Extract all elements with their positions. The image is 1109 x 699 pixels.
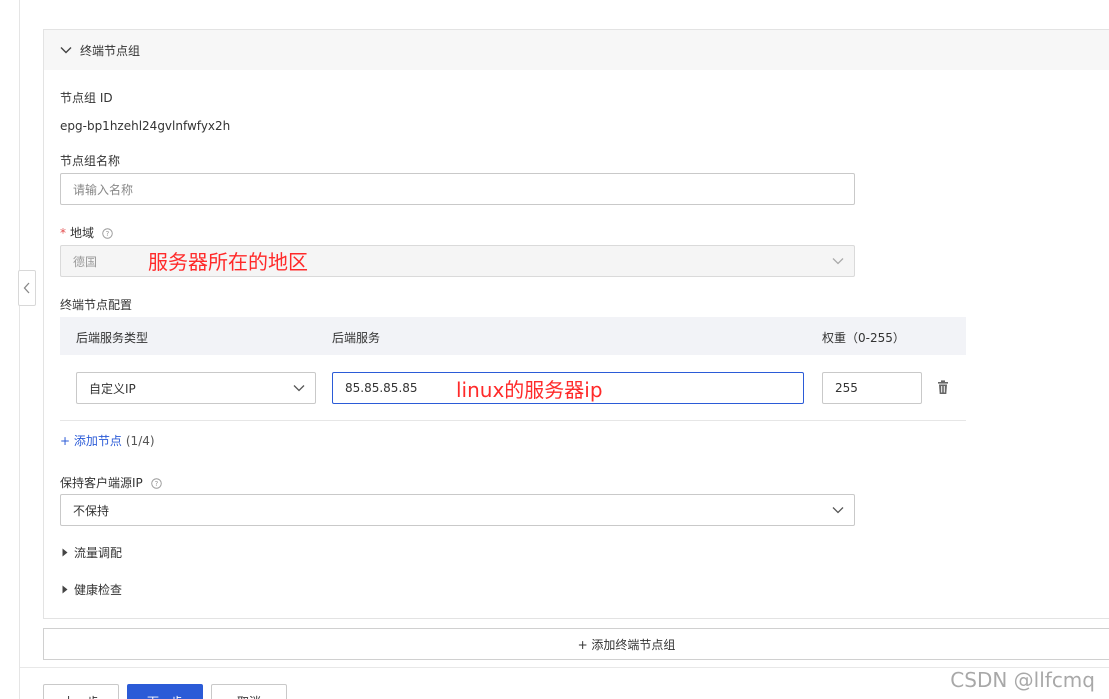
health-section-label: 健康检查 [74, 583, 123, 597]
required-mark: * [60, 226, 66, 240]
help-icon[interactable]: ? [150, 478, 162, 489]
group-name-label: 节点组名称 [60, 154, 121, 168]
top-strip [20, 0, 1109, 18]
trash-icon [938, 380, 948, 394]
svg-text:?: ? [106, 230, 110, 238]
row-divider [60, 420, 966, 421]
prev-step-button[interactable]: 上一步 [43, 684, 119, 699]
group-id-label: 节点组 ID [60, 91, 113, 105]
group-name-input[interactable]: 请输入名称 [60, 173, 855, 205]
chevron-down-icon [832, 257, 844, 265]
chevron-down-icon [293, 384, 305, 392]
collapse-sidebar-button[interactable] [18, 270, 36, 306]
weight-input[interactable]: 255 [822, 372, 922, 404]
region-value: 德国 [73, 254, 98, 269]
add-node-link[interactable]: + 添加节点 (1/4) [60, 432, 155, 449]
chevron-down-icon [60, 46, 72, 54]
client-ip-select[interactable]: 不保持 [60, 494, 855, 526]
traffic-section-label: 流量调配 [74, 546, 123, 560]
delete-node-button[interactable] [936, 380, 950, 395]
footer-divider [20, 667, 1109, 668]
th-backend-service: 后端服务 [332, 331, 381, 345]
ip-annotation: linux的服务器ip [456, 378, 603, 402]
backend-type-select[interactable]: 自定义IP [76, 372, 316, 404]
cancel-button[interactable]: 取消 [211, 684, 287, 699]
chevron-left-icon [23, 282, 30, 294]
endpoint-config-label: 终端节点配置 [60, 298, 133, 312]
th-backend-type: 后端服务类型 [76, 331, 149, 345]
endpoint-table-header: 后端服务类型 后端服务 权重（0-255） [60, 317, 966, 355]
next-step-button[interactable]: 下一步 [127, 684, 203, 699]
group-id-value: epg-bp1hzehl24gvlnfwfyx2h [60, 119, 231, 133]
watermark: CSDN @llfcmq [950, 668, 1095, 692]
chevron-down-icon [832, 506, 844, 514]
traffic-section-toggle[interactable]: 流量调配 [62, 544, 122, 561]
add-node-count: (1/4) [125, 434, 155, 448]
region-label: * 地域 ? [60, 224, 113, 241]
panel-header[interactable]: 终端节点组 [44, 30, 1109, 70]
left-rail [0, 0, 20, 699]
add-endpoint-group-label: + 添加终端节点组 [577, 637, 676, 652]
help-icon[interactable]: ? [102, 228, 113, 239]
health-section-toggle[interactable]: 健康检查 [62, 581, 122, 598]
caret-right-icon [62, 548, 68, 557]
client-ip-value: 不保持 [73, 503, 110, 518]
region-label-text: 地域 [70, 226, 95, 240]
client-ip-label-text: 保持客户端源IP [60, 476, 143, 490]
add-endpoint-group-button[interactable]: + 添加终端节点组 [43, 628, 1109, 660]
client-ip-label: 保持客户端源IP ? [60, 474, 162, 491]
region-annotation: 服务器所在的地区 [148, 250, 308, 274]
add-node-label: + 添加节点 [60, 434, 122, 448]
panel-title: 终端节点组 [80, 43, 141, 58]
backend-type-value: 自定义IP [89, 381, 136, 396]
caret-right-icon [62, 585, 68, 594]
th-weight: 权重（0-255） [822, 331, 905, 345]
svg-text:?: ? [154, 480, 158, 488]
